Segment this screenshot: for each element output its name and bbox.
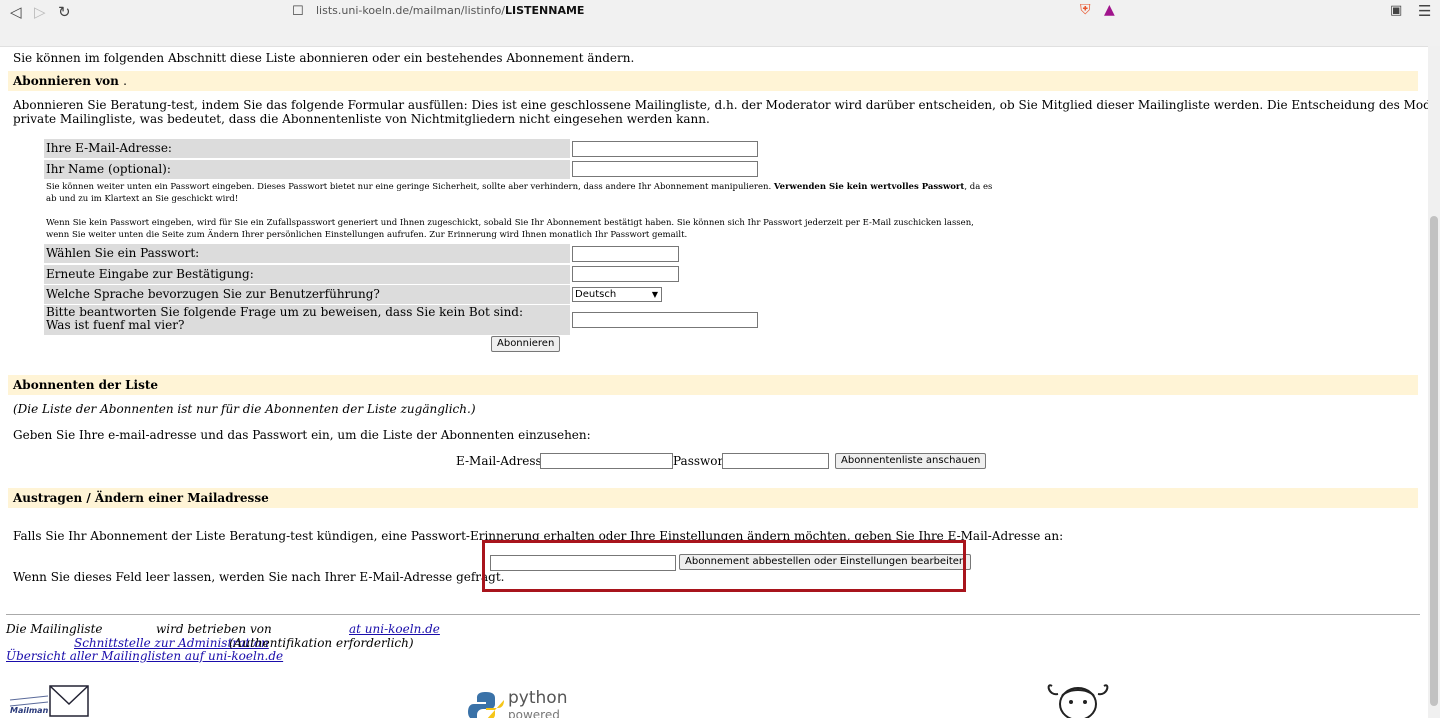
url-path: LISTENNAME (505, 4, 585, 17)
footer-operated-by: wird betrieben von (156, 622, 272, 636)
brave-shield-icon[interactable]: ⛨ (1080, 2, 1091, 18)
subscribe-description-line2: private Mailingliste, was bedeutet, dass… (13, 112, 710, 126)
scrollbar[interactable] (1428, 46, 1440, 718)
back-icon[interactable]: ◁ (10, 3, 22, 21)
footer-list-label: Die Mailingliste (6, 622, 103, 636)
unsubscribe-section-header: Austragen / Ändern einer Mailadresse (8, 488, 1418, 508)
brave-rewards-icon[interactable]: ▲ (1104, 2, 1115, 18)
language-select[interactable]: Deutsch ▼ (572, 287, 662, 302)
captcha-answer-input[interactable] (572, 312, 758, 328)
confirm-row: Erneute Eingabe zur Bestätigung: (44, 265, 570, 284)
subscribers-heading: Abonnenten der Liste (13, 378, 159, 392)
password-note-1-text: Sie können weiter unten ein Passwort ein… (46, 182, 772, 192)
name-label: Ihr Name (optional): (46, 162, 171, 176)
unsubscribe-hint: Wenn Sie dieses Feld leer lassen, werden… (13, 570, 505, 584)
captcha-label: Bitte beantworten Sie folgende Frage um … (46, 306, 523, 332)
language-select-value: Deutsch (575, 289, 617, 300)
python-logo-text: python (508, 688, 568, 708)
language-row: Welche Sprache bevorzugen Sie zur Benutz… (44, 285, 570, 304)
scrollbar-thumb[interactable] (1430, 216, 1438, 706)
wallet-icon[interactable]: ▣ (1390, 3, 1402, 18)
subscribers-email-label: E-Mail-Adresse: (456, 454, 553, 468)
all-lists-overview-link[interactable]: Übersicht aller Mailinglisten auf uni-ko… (6, 649, 283, 664)
chevron-down-icon: ▼ (651, 290, 658, 299)
reload-icon[interactable]: ↻ (58, 3, 71, 21)
name-row: Ihr Name (optional): (44, 160, 570, 179)
captcha-question: Was ist fuenf mal vier? (46, 318, 185, 332)
browser-toolbar: ◁ ▷ ↻ ☐ lists.uni-koeln.de/mailman/listi… (0, 0, 1440, 47)
python-powered-logo[interactable]: python powered (468, 688, 578, 718)
captcha-question-intro: Bitte beantworten Sie folgende Frage um … (46, 305, 524, 319)
subscribe-email-input[interactable] (572, 141, 758, 157)
subscribe-heading: Abonnieren von (13, 74, 119, 88)
password-note-1: Sie können weiter unten ein Passwort ein… (46, 181, 996, 205)
mailman-logo[interactable]: Mailman (8, 684, 92, 718)
subscribers-instruction: Geben Sie Ihre e-mail-adresse und das Pa… (13, 428, 591, 442)
captcha-row: Bitte beantworten Sie folgende Frage um … (44, 305, 570, 335)
forward-icon[interactable]: ▷ (34, 3, 46, 21)
bookmark-icon[interactable]: ☐ (292, 4, 304, 19)
page-content: Sie können im folgenden Abschnitt diese … (0, 46, 1428, 718)
python-logo-subtext: powered (508, 708, 560, 718)
python-snake-icon (468, 692, 504, 718)
language-label: Welche Sprache bevorzugen Sie zur Benutz… (46, 287, 380, 301)
subscribe-description-line1: Abonnieren Sie Beratung-test, indem Sie … (13, 98, 1428, 112)
subscribers-note: (Die Liste der Abonnenten ist nur für di… (13, 402, 476, 416)
subscribe-confirm-input[interactable] (572, 266, 679, 282)
footer-owner-link[interactable]: at uni-koeln.de (349, 622, 440, 637)
url-host: lists.uni-koeln.de/mailman/listinfo/ (316, 4, 506, 17)
highlight-box (482, 540, 966, 592)
subscribers-section-header: Abonnenten der Liste (8, 375, 1418, 395)
mailman-logo-text: Mailman (10, 706, 49, 715)
footer-divider (6, 614, 1420, 615)
view-subscribers-button[interactable]: Abonnentenliste anschauen (835, 453, 987, 469)
subscribers-password-input[interactable] (722, 453, 829, 469)
subscribe-button[interactable]: Abonnieren (491, 336, 561, 352)
address-bar[interactable]: lists.uni-koeln.de/mailman/listinfo/LIST… (316, 4, 584, 17)
menu-icon[interactable]: ☰ (1418, 2, 1431, 20)
unsubscribe-heading: Austragen / Ändern einer Mailadresse (13, 491, 269, 505)
subscribe-name-input[interactable] (572, 161, 758, 177)
password-label: Wählen Sie ein Passwort: (46, 246, 200, 260)
subscribe-password-input[interactable] (572, 246, 679, 262)
password-row: Wählen Sie ein Passwort: (44, 244, 570, 263)
email-row: Ihre E-Mail-Adresse: (44, 139, 570, 158)
password-note-1-bold: Verwenden Sie kein wertvolles Passwort (773, 182, 965, 192)
subscribe-section-header: Abonnieren von . (8, 71, 1418, 91)
gnu-logo[interactable] (1044, 678, 1112, 718)
password-note-2: Wenn Sie kein Passwort eingeben, wird fü… (46, 218, 974, 240)
intro-text: Sie können im folgenden Abschnitt diese … (13, 51, 635, 65)
confirm-label: Erneute Eingabe zur Bestätigung: (46, 267, 254, 281)
gnu-head-icon (1047, 684, 1109, 718)
subscribers-email-input[interactable] (540, 453, 673, 469)
email-label: Ihre E-Mail-Adresse: (46, 141, 172, 155)
subscribe-heading-suffix: . (123, 74, 127, 88)
